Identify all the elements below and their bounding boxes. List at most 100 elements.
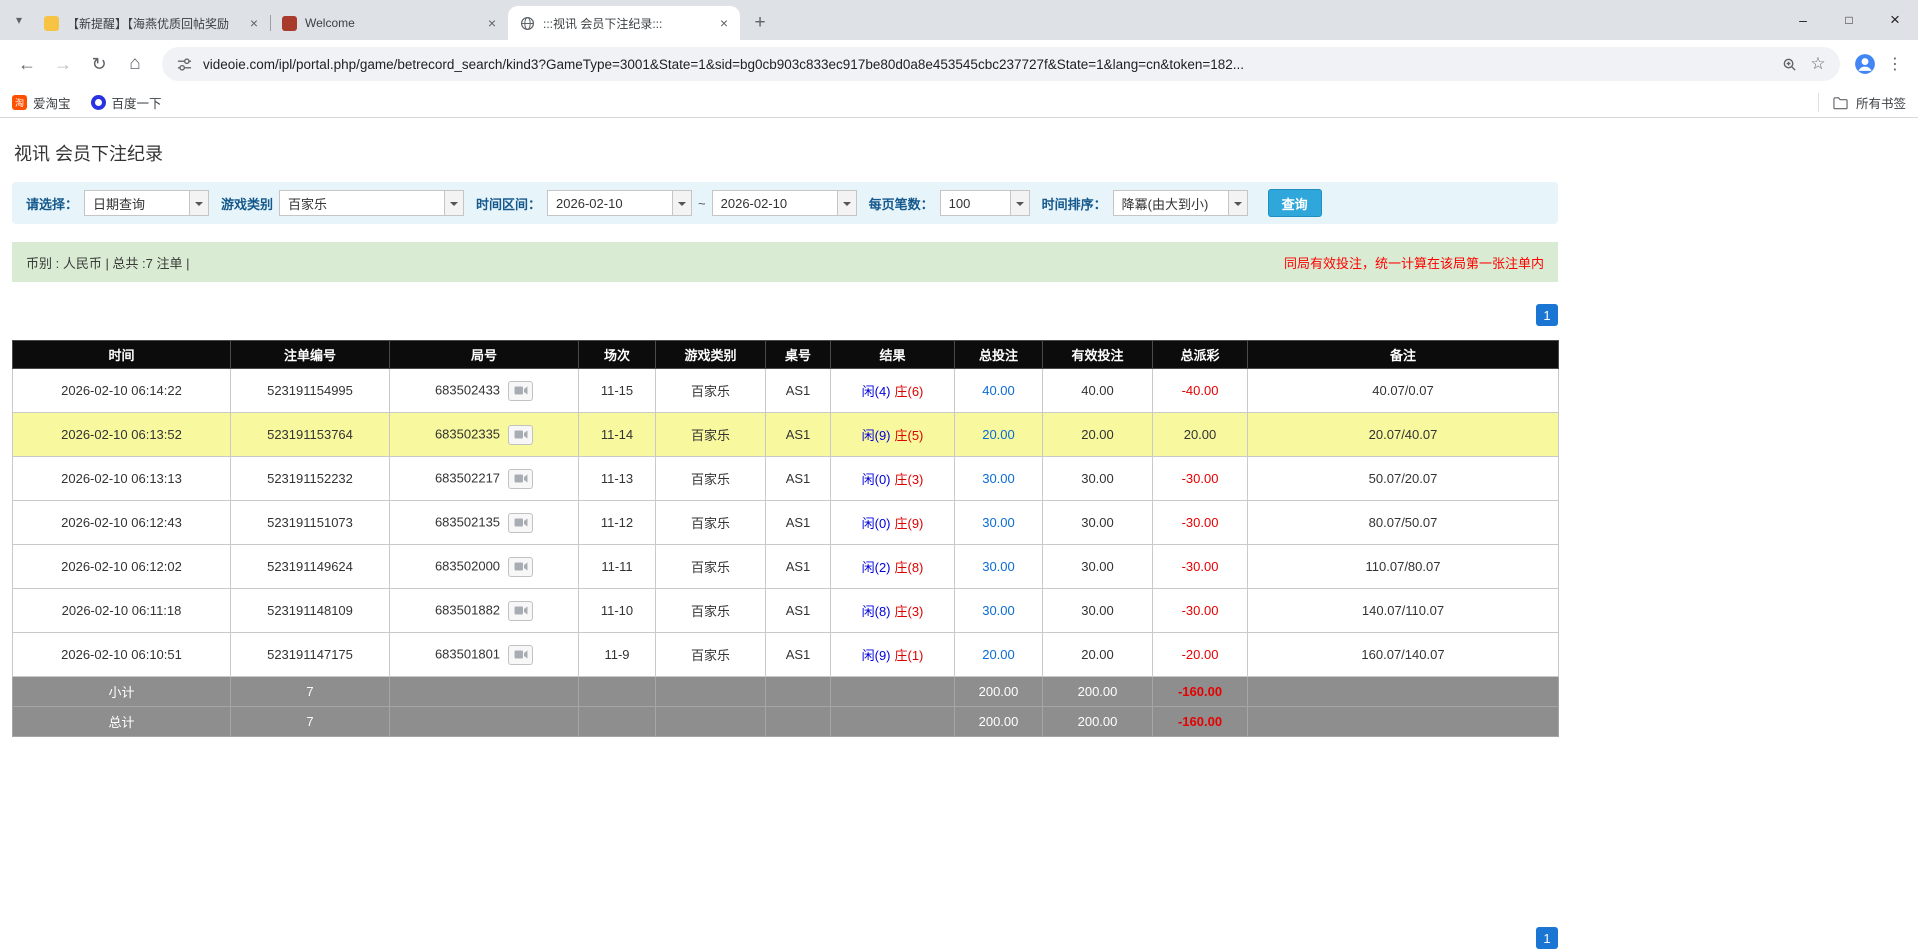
- result-player: 闲(9): [862, 428, 891, 443]
- browser-tab-1[interactable]: 【新提醒】【海燕优质回帖奖励 ×: [32, 6, 270, 40]
- page-button-1[interactable]: 1: [1536, 927, 1558, 949]
- all-bookmarks-label: 所有书签: [1856, 93, 1906, 112]
- browser-toolbar: ← → ↻ ⌂ videoie.com/ipl/portal.php/game/…: [0, 40, 1918, 88]
- cell-session: 11-15: [579, 369, 656, 413]
- cell-total-bet: 30.00: [955, 501, 1043, 545]
- cell-result: 闲(4)庄(6): [831, 369, 955, 413]
- profile-avatar-icon[interactable]: [1850, 49, 1880, 79]
- total-total-bet: 200.00: [955, 707, 1043, 737]
- new-tab-button[interactable]: +: [746, 9, 774, 37]
- subtotal-count: 7: [231, 677, 390, 707]
- cell-table-number: AS1: [766, 589, 831, 633]
- video-replay-icon[interactable]: [508, 601, 533, 621]
- browser-tab-3-active[interactable]: :::视讯 会员下注纪录::: ×: [508, 6, 740, 40]
- game-type-value: 百家乐: [280, 191, 444, 215]
- tab-close-icon[interactable]: ×: [246, 15, 262, 31]
- cell-valid-bet: 30.00: [1043, 501, 1153, 545]
- window-close-button[interactable]: ×: [1872, 0, 1918, 40]
- menu-dots-icon[interactable]: ⋮: [1882, 51, 1908, 77]
- cell-total-bet: 30.00: [955, 545, 1043, 589]
- cell-round: 683502135: [390, 501, 579, 545]
- cell-round: 683502433: [390, 369, 579, 413]
- subtotal-valid-bet: 200.00: [1043, 677, 1153, 707]
- sort-order-value: 降冪(由大到小): [1114, 191, 1228, 215]
- minimize-button[interactable]: –: [1780, 0, 1826, 40]
- result-banker: 庄(3): [895, 472, 924, 487]
- round-number: 683501801: [435, 646, 500, 661]
- video-replay-icon[interactable]: [508, 469, 533, 489]
- round-number: 683502000: [435, 558, 500, 573]
- col-header-round: 局号: [390, 341, 579, 369]
- result-player: 闲(2): [862, 560, 891, 575]
- cell-result: 闲(9)庄(1): [831, 633, 955, 677]
- bookmark-item-aitaobao[interactable]: 淘 爱淘宝: [12, 93, 71, 112]
- cell-total-bet: 20.00: [955, 633, 1043, 677]
- table-row: 2026-02-10 06:12:43 523191151073 6835021…: [13, 501, 1559, 545]
- reload-button[interactable]: ↻: [82, 47, 116, 81]
- cell-bet-id: 523191154995: [231, 369, 390, 413]
- table-row: 2026-02-10 06:11:18 523191148109 6835018…: [13, 589, 1559, 633]
- chevron-down-icon: ▾: [16, 13, 22, 27]
- col-header-total-bet: 总投注: [955, 341, 1043, 369]
- page-button-1[interactable]: 1: [1536, 304, 1558, 326]
- cell-note: 110.07/80.07: [1248, 545, 1559, 589]
- cell-valid-bet: 30.00: [1043, 545, 1153, 589]
- search-button[interactable]: 查询: [1268, 189, 1322, 217]
- video-replay-icon[interactable]: [508, 557, 533, 577]
- col-header-game-type: 游戏类别: [656, 341, 766, 369]
- cell-game-type: 百家乐: [656, 589, 766, 633]
- table-row: 2026-02-10 06:10:51 523191147175 6835018…: [13, 633, 1559, 677]
- col-header-payout: 总派彩: [1153, 341, 1248, 369]
- dropdown-arrow-icon[interactable]: [1228, 191, 1247, 215]
- bookmark-star-icon[interactable]: ☆: [1808, 54, 1828, 74]
- dropdown-arrow-icon[interactable]: [189, 191, 208, 215]
- sort-order-select[interactable]: 降冪(由大到小): [1113, 190, 1248, 216]
- cell-table-number: AS1: [766, 501, 831, 545]
- cell-note: 20.07/40.07: [1248, 413, 1559, 457]
- filter-label-sort: 时间排序：: [1042, 194, 1107, 213]
- table-row: 2026-02-10 06:14:22 523191154995 6835024…: [13, 369, 1559, 413]
- cell-total-bet: 30.00: [955, 457, 1043, 501]
- dropdown-arrow-icon[interactable]: [444, 191, 463, 215]
- tab-close-icon[interactable]: ×: [484, 15, 500, 31]
- cell-table-number: AS1: [766, 633, 831, 677]
- dropdown-arrow-icon[interactable]: [837, 191, 856, 215]
- home-button[interactable]: ⌂: [118, 47, 152, 81]
- game-type-select[interactable]: 百家乐: [279, 190, 464, 216]
- maximize-button[interactable]: □: [1826, 0, 1872, 40]
- filter-bar: 请选择： 日期查询 游戏类别 百家乐 时间区间： 2026-02-10: [12, 182, 1558, 224]
- video-replay-icon[interactable]: [508, 425, 533, 445]
- date-to-input[interactable]: 2026-02-10: [712, 190, 857, 216]
- site-settings-icon[interactable]: [174, 54, 194, 74]
- cell-time: 2026-02-10 06:12:02: [13, 545, 231, 589]
- baidu-icon: [91, 95, 106, 110]
- col-header-note: 备注: [1248, 341, 1559, 369]
- video-replay-icon[interactable]: [508, 645, 533, 665]
- bookmark-item-baidu[interactable]: 百度一下: [91, 93, 162, 112]
- result-player: 闲(8): [862, 604, 891, 619]
- date-from-input[interactable]: 2026-02-10: [547, 190, 692, 216]
- filter-label-per-page: 每页笔数：: [869, 194, 934, 213]
- video-replay-icon[interactable]: [508, 381, 533, 401]
- dropdown-arrow-icon[interactable]: [1010, 191, 1029, 215]
- address-bar[interactable]: videoie.com/ipl/portal.php/game/betrecor…: [162, 47, 1840, 81]
- query-type-select[interactable]: 日期查询: [84, 190, 209, 216]
- col-header-table: 桌号: [766, 341, 831, 369]
- round-number: 683502217: [435, 470, 500, 485]
- dropdown-arrow-icon[interactable]: [672, 191, 691, 215]
- tab-close-icon[interactable]: ×: [716, 15, 732, 31]
- all-bookmarks-button[interactable]: 所有书签: [1818, 93, 1906, 112]
- round-number: 683501882: [435, 602, 500, 617]
- browser-tab-2[interactable]: Welcome ×: [270, 6, 508, 40]
- forward-button[interactable]: →: [46, 47, 80, 81]
- per-page-select[interactable]: 100: [940, 190, 1030, 216]
- cell-bet-id: 523191147175: [231, 633, 390, 677]
- back-button[interactable]: ←: [10, 47, 44, 81]
- tab-search-button[interactable]: ▾: [8, 9, 30, 31]
- table-row: 2026-02-10 06:13:13 523191152232 6835022…: [13, 457, 1559, 501]
- zoom-icon[interactable]: [1779, 54, 1799, 74]
- subtotal-total-bet: 200.00: [955, 677, 1043, 707]
- cell-note: 50.07/20.07: [1248, 457, 1559, 501]
- cell-bet-id: 523191148109: [231, 589, 390, 633]
- video-replay-icon[interactable]: [508, 513, 533, 533]
